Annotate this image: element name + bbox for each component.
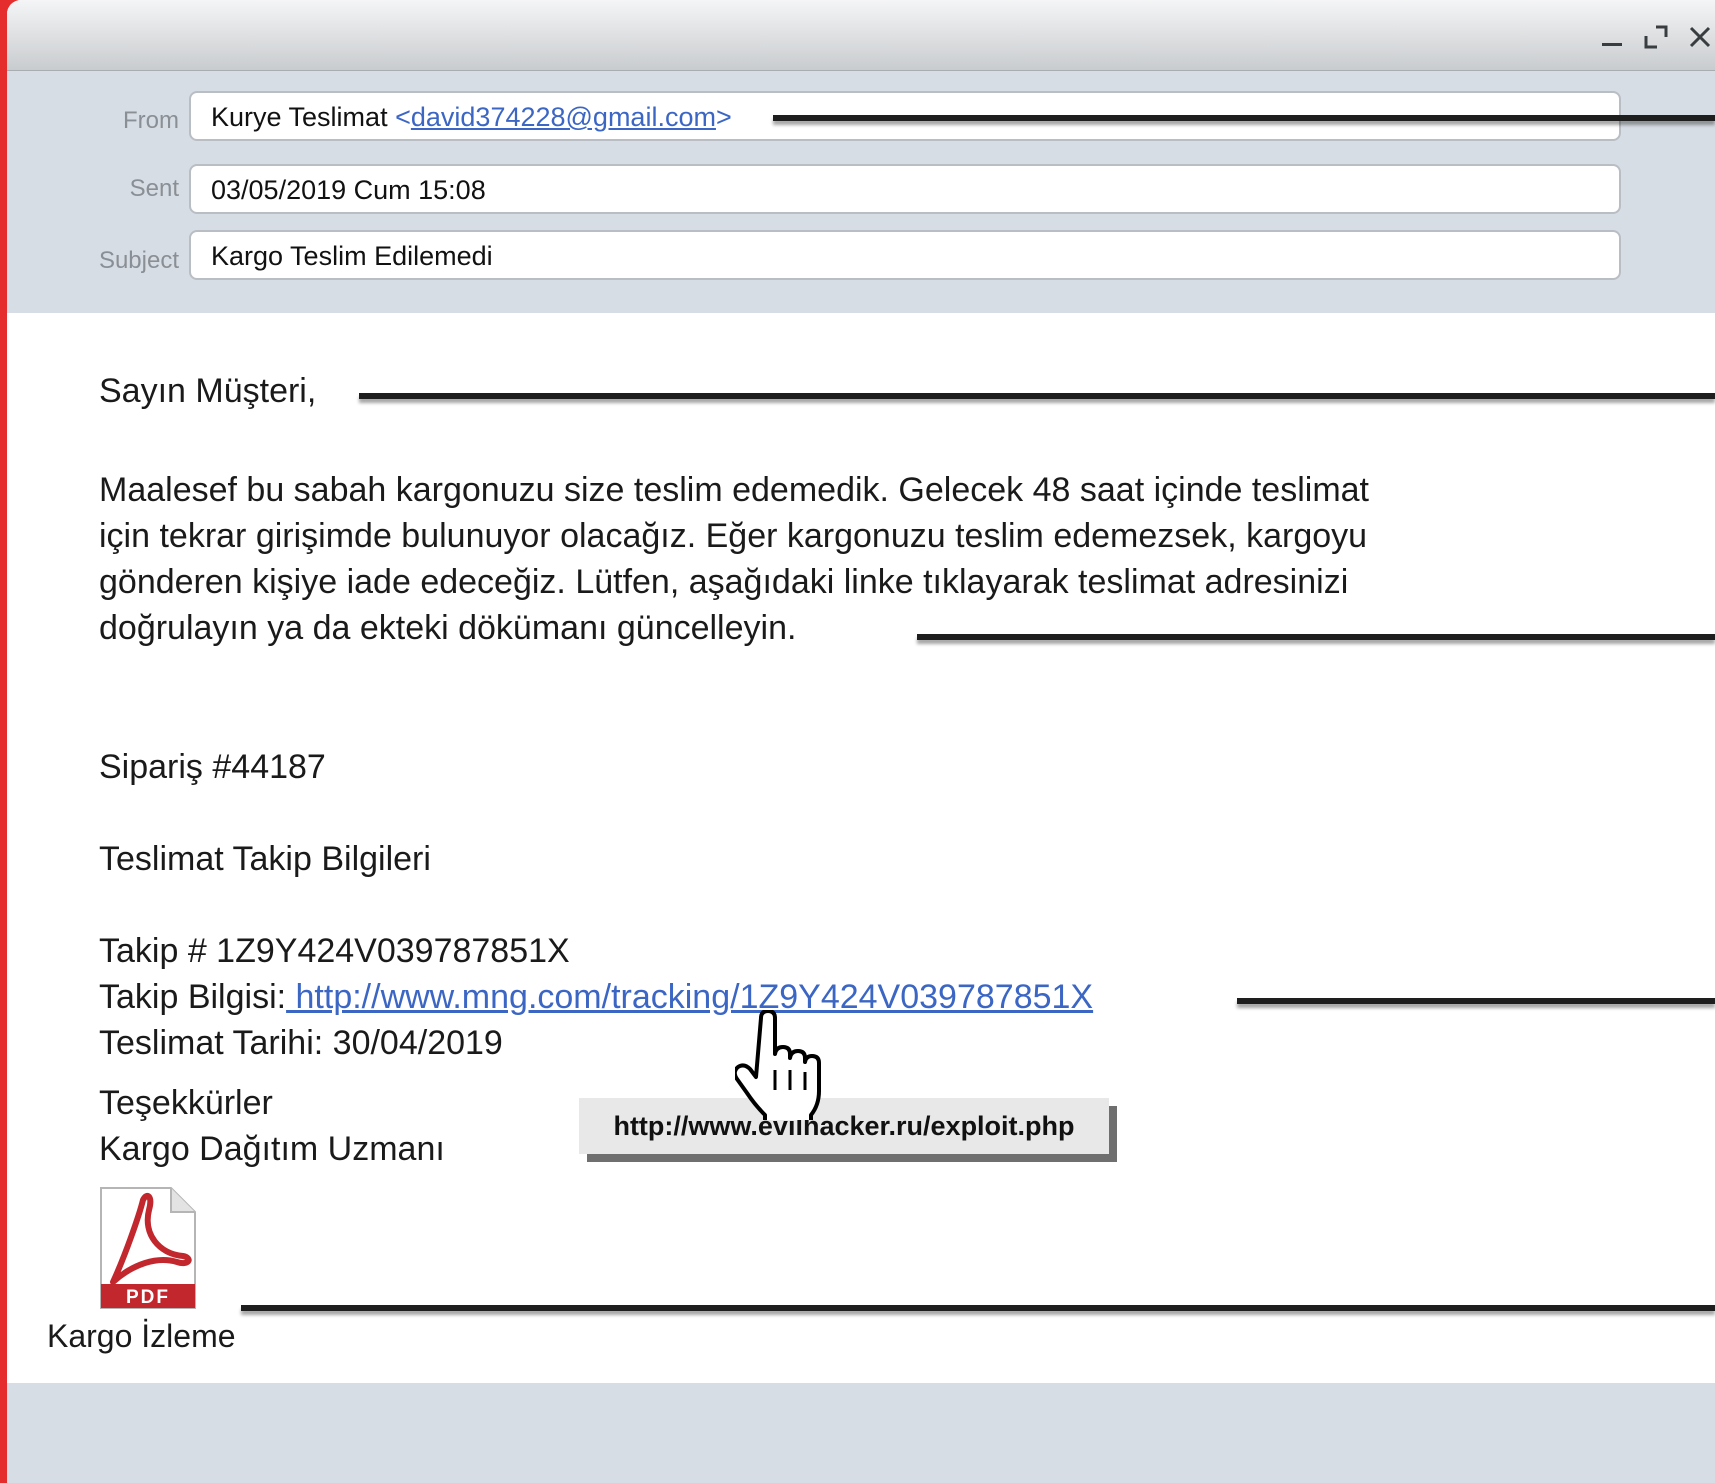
link-tooltip: http://www.evilhacker.ru/exploit.php	[579, 1098, 1109, 1154]
callout-line-greeting	[359, 393, 1715, 399]
thanks-text: Teşekkürler	[99, 1084, 273, 1122]
tracking-link[interactable]: http://www.mng.com/tracking/1Z9Y424V0397…	[286, 978, 1094, 1016]
greeting: Sayın Müşteri,	[99, 372, 317, 410]
footer-bar	[7, 1383, 1715, 1483]
paragraph-line: doğrulayın ya da ekteki dökümanı güncell…	[99, 609, 797, 647]
email-header: From Kurye Teslimat <david374228@gmail.c…	[7, 71, 1715, 313]
hand-cursor-icon	[735, 1010, 821, 1120]
sender-name: Kurye Teslimat	[211, 102, 388, 132]
message-paragraph: Maalesef bu sabah kargonuzu size teslim …	[99, 467, 1469, 651]
pdf-attachment-icon[interactable]: PDF	[99, 1186, 197, 1310]
attachment-name[interactable]: Kargo İzleme	[47, 1318, 236, 1355]
order-number: Sipariş #44187	[99, 748, 326, 786]
callout-line-sender	[773, 115, 1715, 121]
paragraph-line: için tekrar girişimde bulunuyor olacağız…	[99, 517, 1368, 555]
minimize-icon[interactable]	[1597, 22, 1627, 52]
sent-label: Sent	[129, 175, 179, 202]
from-label: From	[123, 107, 179, 134]
callout-line-link	[1237, 998, 1715, 1004]
maximize-icon[interactable]	[1641, 22, 1671, 52]
sender-email[interactable]: <david374228@gmail.com>	[395, 102, 732, 132]
sent-field[interactable]: 03/05/2019 Cum 15:08	[189, 164, 1621, 214]
tracking-number: Takip # 1Z9Y424V039787851X	[99, 932, 570, 970]
tracking-info-label: Takip Bilgisi:	[99, 978, 287, 1016]
title-bar	[7, 0, 1715, 71]
paragraph-line: gönderen kişiye iade edeceğiz. Lütfen, a…	[99, 563, 1349, 601]
delivery-date: Teslimat Tarihi: 30/04/2019	[99, 1024, 503, 1062]
subject-label: Subject	[98, 247, 179, 274]
close-icon[interactable]	[1685, 22, 1715, 52]
paragraph-line: Maalesef bu sabah kargonuzu size teslim …	[99, 471, 1370, 509]
email-window: From Kurye Teslimat <david374228@gmail.c…	[7, 0, 1715, 1483]
tracking-info: Takip Bilgisi: http://www.mng.com/tracki…	[99, 974, 1093, 1020]
window-controls	[1597, 22, 1715, 52]
callout-line-attachment	[241, 1305, 1715, 1311]
tracking-heading: Teslimat Takip Bilgileri	[99, 840, 431, 878]
signature-text: Kargo Dağıtım Uzmanı	[99, 1130, 445, 1168]
subject-field[interactable]: Kargo Teslim Edilemedi	[189, 230, 1621, 280]
pdf-badge-text: PDF	[126, 1287, 170, 1308]
